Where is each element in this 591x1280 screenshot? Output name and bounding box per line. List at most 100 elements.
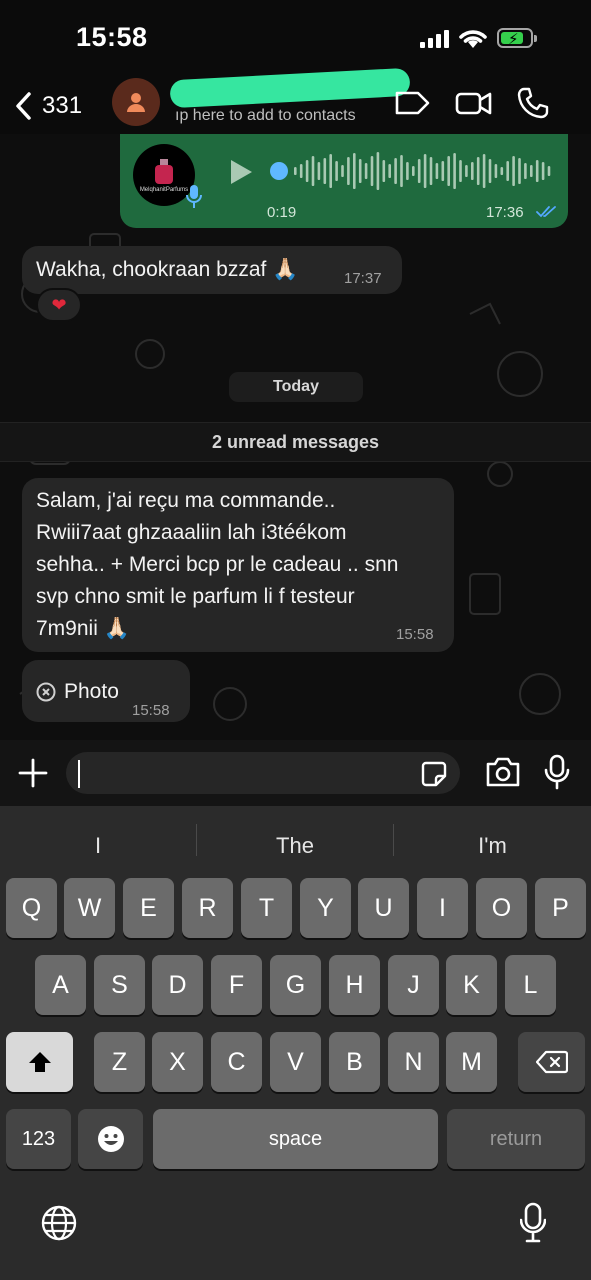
shift-arrow-icon [28, 1052, 51, 1072]
key-i[interactable]: I [417, 878, 468, 938]
key-o[interactable]: O [476, 878, 527, 938]
waveform-bar [488, 159, 492, 183]
key-z[interactable]: Z [94, 1032, 145, 1092]
heart-reaction[interactable]: ❤ [36, 288, 82, 322]
contact-avatar[interactable] [112, 78, 160, 126]
person-icon [127, 93, 145, 112]
chat-header: 331 ıp here to add to contacts [0, 67, 591, 134]
waveform-bar [305, 160, 309, 182]
key-e[interactable]: E [123, 878, 174, 938]
incoming-message[interactable]: Wakha, chookraan bzzaf 🙏🏻 17:37 [22, 246, 402, 294]
waveform-bar [400, 155, 403, 187]
incoming-photo-message[interactable]: Photo 15:58 [22, 660, 190, 722]
label-tag-icon[interactable] [394, 86, 432, 120]
key-a[interactable]: A [35, 955, 86, 1015]
waveform-bar [358, 159, 362, 183]
key-f[interactable]: F [211, 955, 262, 1015]
cellular-signal-icon [420, 30, 452, 48]
key-t[interactable]: T [241, 878, 292, 938]
microphone-icon[interactable] [544, 754, 570, 790]
message-line: Salam, j'ai reçu ma commande.. [36, 489, 336, 512]
return-key[interactable]: return [447, 1109, 585, 1169]
message-text: Wakha, chookraan bzzaf 🙏🏻 [36, 258, 299, 281]
camera-icon[interactable] [484, 756, 522, 788]
waveform-bar [512, 156, 515, 186]
key-u[interactable]: U [358, 878, 409, 938]
waveform-bar [530, 165, 533, 177]
key-h[interactable]: H [329, 955, 380, 1015]
message-line: svp chno smit le parfum li f testeur [36, 585, 355, 608]
waveform-bar [429, 157, 433, 185]
key-c[interactable]: C [211, 1032, 262, 1092]
key-k[interactable]: K [446, 955, 497, 1015]
voice-message-bubble[interactable]: MelqhanitParfums 0:19 17:36 [120, 134, 568, 228]
backspace-key[interactable] [518, 1032, 585, 1092]
shift-key[interactable] [6, 1032, 73, 1092]
key-s[interactable]: S [94, 955, 145, 1015]
waveform-bar [482, 154, 486, 188]
key-x[interactable]: X [152, 1032, 203, 1092]
video-call-icon[interactable] [455, 86, 493, 120]
key-v[interactable]: V [270, 1032, 321, 1092]
waveform-bar [459, 160, 462, 182]
emoji-icon [97, 1126, 124, 1152]
waveform-bar [471, 162, 474, 180]
voice-progress-handle[interactable] [270, 162, 288, 180]
waveform-bar [370, 156, 374, 186]
sticker-icon[interactable] [420, 760, 448, 788]
key-j[interactable]: J [388, 955, 439, 1015]
play-icon[interactable] [228, 158, 254, 186]
backspace-icon [535, 1050, 568, 1074]
waveform-bar [341, 165, 344, 177]
emoji-key[interactable] [78, 1109, 143, 1169]
key-l[interactable]: L [505, 955, 556, 1015]
message-input[interactable] [66, 752, 460, 794]
plus-icon[interactable] [18, 758, 48, 788]
numbers-key[interactable]: 123 [6, 1109, 71, 1169]
waveform-bar [299, 164, 303, 178]
key-n[interactable]: N [388, 1032, 439, 1092]
chat-area[interactable]: MelqhanitParfums 0:19 17:36 Wakha, chook… [0, 134, 591, 740]
photo-label: Photo [64, 680, 119, 703]
incoming-message[interactable]: Salam, j'ai reçu ma commande.. Rwiii7aat… [22, 478, 454, 652]
waveform-bar [417, 159, 421, 183]
key-d[interactable]: D [152, 955, 203, 1015]
key-q[interactable]: Q [6, 878, 57, 938]
waveform-bar [394, 158, 397, 184]
waveform-bar [329, 154, 332, 188]
dictation-icon[interactable] [520, 1202, 546, 1244]
message-time: 15:58 [132, 702, 170, 719]
perfume-bottle-icon [155, 158, 173, 184]
contact-subtitle[interactable]: ıp here to add to contacts [175, 107, 356, 125]
key-b[interactable]: B [329, 1032, 380, 1092]
unread-chats-count: 331 [42, 92, 83, 119]
back-button[interactable]: 331 [14, 86, 82, 126]
key-w[interactable]: W [64, 878, 115, 938]
unavailable-icon [36, 682, 56, 702]
suggestion[interactable]: I [0, 826, 196, 866]
globe-icon[interactable] [40, 1204, 78, 1242]
text-caret [78, 760, 80, 788]
chevron-left-icon [16, 92, 31, 120]
key-g[interactable]: G [270, 955, 321, 1015]
waveform-bar [518, 158, 521, 184]
unread-banner: 2 unread messages [0, 422, 591, 462]
phone-call-icon[interactable] [516, 86, 550, 120]
waveform-bar [435, 163, 439, 179]
wifi-icon [459, 30, 487, 48]
key-m[interactable]: M [446, 1032, 497, 1092]
waveform-bar [311, 156, 315, 186]
suggestion[interactable]: I'm [394, 826, 591, 866]
waveform-bar [388, 164, 391, 178]
waveform-bar [335, 161, 338, 181]
waveform-bar [453, 153, 456, 189]
waveform-bar [353, 153, 356, 189]
key-y[interactable]: Y [300, 878, 351, 938]
key-p[interactable]: P [535, 878, 586, 938]
key-r[interactable]: R [182, 878, 233, 938]
message-time: 15:58 [396, 626, 434, 643]
voice-waveform[interactable] [292, 150, 552, 192]
suggestion[interactable]: The [197, 826, 393, 866]
waveform-bar [524, 163, 527, 179]
space-key[interactable]: space [153, 1109, 438, 1169]
